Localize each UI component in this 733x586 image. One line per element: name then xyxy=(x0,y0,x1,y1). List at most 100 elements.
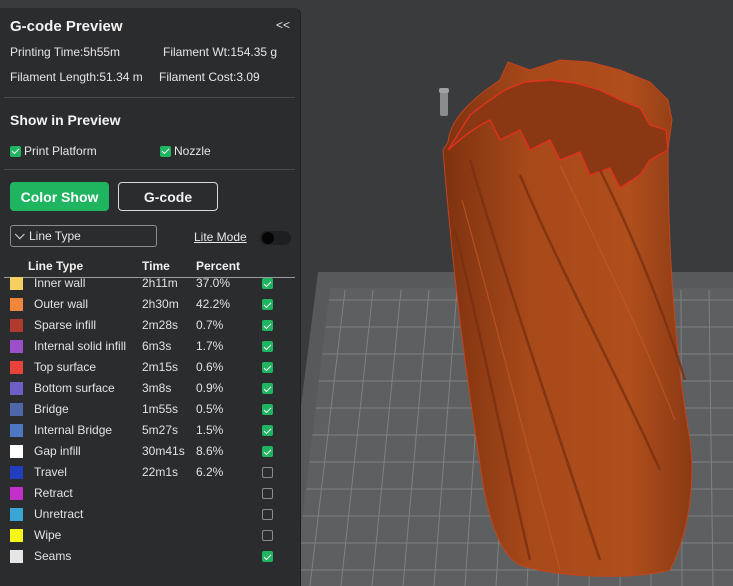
line-type-visibility-checkbox[interactable] xyxy=(262,320,273,331)
line-type-visibility-checkbox[interactable] xyxy=(262,446,273,457)
line-type-percent: 1.5% xyxy=(196,423,224,437)
gcode-preview-panel: G-code Preview << Printing Time:5h55m Fi… xyxy=(0,8,301,586)
print-platform-checkbox[interactable] xyxy=(10,145,21,157)
line-type-name: Seams xyxy=(34,549,72,563)
show-in-preview-title: Show in Preview xyxy=(10,112,121,128)
line-type-time: 2m28s xyxy=(142,318,179,332)
lite-mode-toggle[interactable] xyxy=(260,231,291,245)
line-type-name: Sparse infill xyxy=(34,318,97,332)
table-row: Internal Bridge 5m27s 1.5% xyxy=(0,420,300,441)
line-type-name: Top surface xyxy=(34,360,97,374)
line-type-name: Gap infill xyxy=(34,444,81,458)
line-type-time: 30m41s xyxy=(142,444,185,458)
line-type-percent: 0.9% xyxy=(196,381,224,395)
table-row: Bottom surface 3m8s 0.9% xyxy=(0,378,300,399)
gcode-button[interactable]: G-code xyxy=(118,182,218,211)
nozzle-label: Nozzle xyxy=(174,144,211,158)
line-type-name: Internal solid infill xyxy=(34,339,127,353)
table-row: Outer wall 2h30m 42.2% xyxy=(0,294,300,315)
line-type-name: Travel xyxy=(34,465,67,479)
color-swatch xyxy=(10,424,23,437)
divider xyxy=(4,97,295,98)
color-show-button[interactable]: Color Show xyxy=(10,182,109,211)
table-row: Bridge 1m55s 0.5% xyxy=(0,399,300,420)
color-swatch xyxy=(10,508,23,521)
color-swatch xyxy=(10,382,23,395)
line-type-visibility-checkbox[interactable] xyxy=(262,278,273,289)
table-row: Unretract xyxy=(0,504,300,525)
table-row: Wipe xyxy=(0,525,300,546)
line-type-percent: 42.2% xyxy=(196,297,231,311)
line-type-name: Wipe xyxy=(34,528,62,542)
line-type-visibility-checkbox[interactable] xyxy=(262,299,273,310)
line-type-name: Retract xyxy=(34,486,73,500)
line-type-time: 3m8s xyxy=(142,381,172,395)
line-type-time: 1m55s xyxy=(142,402,179,416)
color-swatch xyxy=(10,466,23,479)
table-row: Inner wall 2h11m 37.0% xyxy=(0,273,300,294)
line-type-name: Bottom surface xyxy=(34,381,115,395)
chevron-down-icon xyxy=(14,228,25,239)
line-type-visibility-checkbox[interactable] xyxy=(262,383,273,394)
header-line-type: Line Type xyxy=(28,259,84,273)
line-type-visibility-checkbox[interactable] xyxy=(262,488,273,499)
color-swatch xyxy=(10,298,23,311)
filament-length: Filament Length:51.34 m xyxy=(10,70,143,84)
header-percent: Percent xyxy=(196,259,241,273)
table-row: Retract xyxy=(0,483,300,504)
table-row: Gap infill 30m41s 8.6% xyxy=(0,441,300,462)
line-type-visibility-checkbox[interactable] xyxy=(262,551,273,562)
table-row: Sparse infill 2m28s 0.7% xyxy=(0,315,300,336)
line-type-visibility-checkbox[interactable] xyxy=(262,362,273,373)
line-type-name: Unretract xyxy=(34,507,84,521)
line-type-time: 6m3s xyxy=(142,339,172,353)
nozzle-option[interactable]: Nozzle xyxy=(160,144,211,158)
color-swatch xyxy=(10,487,23,500)
view-type-selected: Line Type xyxy=(29,229,81,243)
panel-title: G-code Preview xyxy=(10,18,123,35)
collapse-panel-button[interactable]: << xyxy=(276,18,290,32)
line-type-percent: 8.6% xyxy=(196,444,224,458)
line-type-time: 2m15s xyxy=(142,360,179,374)
nozzle-model xyxy=(439,88,449,116)
line-type-percent: 0.7% xyxy=(196,318,224,332)
view-type-dropdown[interactable]: Line Type xyxy=(10,225,157,247)
color-swatch xyxy=(10,361,23,374)
filament-cost: Filament Cost:3.09 xyxy=(159,70,260,84)
print-platform-option[interactable]: Print Platform xyxy=(10,144,97,158)
line-type-time: 22m1s xyxy=(142,465,179,479)
line-type-name: Inner wall xyxy=(34,276,86,290)
printing-time: Printing Time:5h55m xyxy=(10,45,121,59)
line-type-percent: 0.6% xyxy=(196,360,224,374)
color-swatch xyxy=(10,445,23,458)
line-type-percent: 0.5% xyxy=(196,402,224,416)
line-type-visibility-checkbox[interactable] xyxy=(262,425,273,436)
header-time: Time xyxy=(142,259,170,273)
color-swatch xyxy=(10,550,23,563)
line-type-visibility-checkbox[interactable] xyxy=(262,341,273,352)
nozzle-checkbox[interactable] xyxy=(160,145,171,157)
divider xyxy=(4,169,295,170)
line-type-name: Internal Bridge xyxy=(34,423,113,437)
line-type-name: Bridge xyxy=(34,402,69,416)
color-swatch xyxy=(10,529,23,542)
table-row: Travel 22m1s 6.2% xyxy=(0,462,300,483)
table-row: Seams xyxy=(0,546,300,567)
lite-mode-label[interactable]: Lite Mode xyxy=(194,230,247,244)
line-type-visibility-checkbox[interactable] xyxy=(262,467,273,478)
table-row: Top surface 2m15s 0.6% xyxy=(0,357,300,378)
line-type-percent: 1.7% xyxy=(196,339,224,353)
line-type-visibility-checkbox[interactable] xyxy=(262,530,273,541)
line-type-percent: 37.0% xyxy=(196,276,231,290)
line-type-percent: 6.2% xyxy=(196,465,224,479)
toggle-knob xyxy=(262,232,274,244)
line-type-visibility-checkbox[interactable] xyxy=(262,404,273,415)
filament-weight: Filament Wt:154.35 g xyxy=(163,45,278,59)
color-swatch xyxy=(10,403,23,416)
color-swatch xyxy=(10,277,23,290)
line-type-time: 5m27s xyxy=(142,423,179,437)
line-type-name: Outer wall xyxy=(34,297,89,311)
print-platform-label: Print Platform xyxy=(24,144,97,158)
color-swatch xyxy=(10,340,23,353)
line-type-visibility-checkbox[interactable] xyxy=(262,509,273,520)
